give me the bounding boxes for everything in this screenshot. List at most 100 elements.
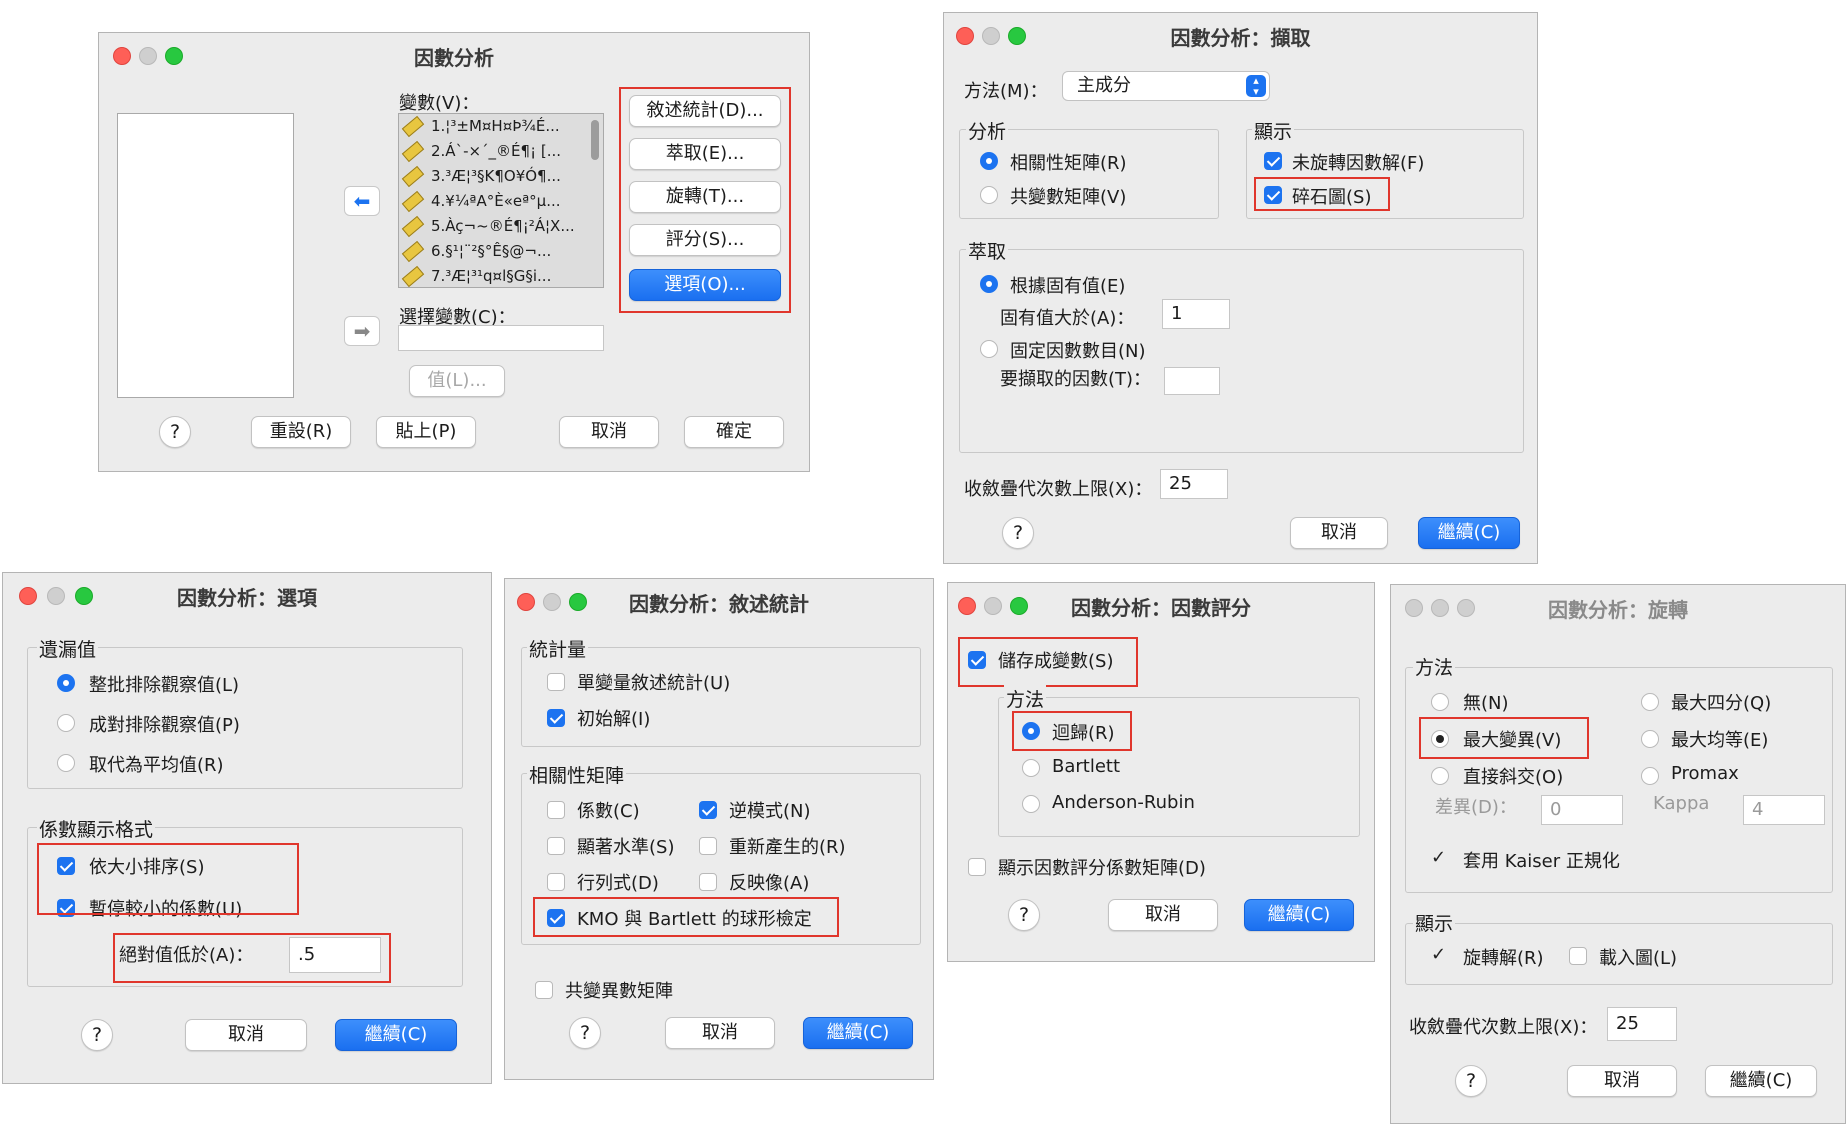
descriptives-dialog: 因數分析：敘述統計 統計量 單變量敘述統計(U) 初始解(I) 相關性矩陣 係數… [504, 578, 934, 1080]
help-button[interactable]: ? [569, 1017, 601, 1049]
method-select[interactable]: 主成分 ▴ ▾ [1062, 71, 1270, 101]
reproduced-label: 重新產生的(R) [729, 837, 846, 858]
scale-icon [401, 165, 425, 188]
correlation-matrix-label: 相關性矩陣 [527, 761, 627, 788]
title-bar: 因數分析：因數評分 [948, 583, 1374, 627]
paste-button[interactable]: 貼上(P) [376, 416, 476, 448]
cancel-button[interactable]: 取消 [1290, 517, 1388, 549]
help-button[interactable]: ? [1008, 899, 1040, 931]
highlight-box [533, 897, 839, 937]
exclude-pairwise-radio[interactable] [57, 714, 75, 732]
direct-oblimin-radio[interactable] [1431, 767, 1449, 785]
variables-list[interactable]: 1.¦³±M¤H¤Þ¾É... 2.Á`-×´_®É¶¡ [... 3.³Æ¦³… [398, 113, 604, 288]
bartlett-radio[interactable] [1022, 759, 1040, 777]
eigenvalue-input[interactable]: 1 [1162, 299, 1230, 329]
source-variable-list[interactable] [117, 113, 294, 398]
factors-to-extract-label: 要擷取的因數(T)： [1000, 369, 1152, 390]
delta-input[interactable]: 0 [1541, 795, 1623, 825]
rotation-dialog: 因數分析：旋轉 方法 無(N) 最大四分(Q) 最大變異(V) 最大均等(E) … [1390, 584, 1846, 1124]
highlight-box [1419, 717, 1589, 759]
cancel-button[interactable]: 取消 [185, 1019, 307, 1051]
determinant-checkbox[interactable] [547, 873, 565, 891]
exclude-listwise-radio[interactable] [57, 674, 75, 692]
kaiser-checkmark-icon[interactable]: ✓ [1431, 847, 1446, 868]
list-item[interactable]: 1.¦³±M¤H¤Þ¾É... [401, 115, 560, 138]
list-item[interactable]: 5.Àç¬~®É¶¡²Á¦X... [401, 215, 575, 238]
list-item[interactable]: 3.³Æ¦³§K¶O¥Ó¶... [401, 165, 561, 188]
rotated-solution-label: 旋轉解(R) [1463, 948, 1544, 969]
replace-mean-radio[interactable] [57, 754, 75, 772]
eigenvalue-radio[interactable] [980, 275, 998, 293]
cancel-button[interactable]: 取消 [1567, 1065, 1677, 1097]
list-item[interactable]: 4.¥¼ªA°È«eª°µ... [401, 190, 561, 213]
highlight-box [958, 637, 1138, 687]
covariance-matrix-radio[interactable] [980, 186, 998, 204]
continue-button[interactable]: 繼續(C) [1244, 899, 1354, 931]
unrotated-solution-checkbox[interactable] [1264, 152, 1282, 170]
selection-variable-field[interactable] [398, 325, 604, 351]
correlation-matrix-radio[interactable] [980, 152, 998, 170]
highlight-box [113, 933, 391, 983]
value-button[interactable]: 值(L)... [409, 365, 505, 397]
help-button[interactable]: ? [1455, 1065, 1487, 1097]
list-item[interactable]: 2.Á`-×´_®É¶¡ [... [401, 140, 561, 163]
move-to-variables-button[interactable]: ⬅ [344, 186, 380, 216]
continue-button[interactable]: 繼續(C) [1705, 1065, 1817, 1097]
direct-oblimin-label: 直接斜交(O) [1463, 767, 1564, 788]
initial-solution-checkbox[interactable] [547, 709, 565, 727]
cancel-button[interactable]: 取消 [1108, 899, 1218, 931]
factor-scores-dialog: 因數分析：因數評分 儲存成變數(S) 方法 迴歸(R) Bartlett And… [947, 582, 1375, 962]
help-button[interactable]: ? [159, 416, 191, 448]
inverse-checkbox[interactable] [699, 801, 717, 819]
ok-button[interactable]: 確定 [684, 416, 784, 448]
equamax-radio[interactable] [1641, 730, 1659, 748]
univariate-checkbox[interactable] [547, 673, 565, 691]
method-label: 方法 [1413, 653, 1456, 680]
rotated-solution-checkmark-icon[interactable]: ✓ [1431, 944, 1446, 965]
move-to-selection-button[interactable]: ➡ [344, 316, 380, 346]
chevron-updown-icon: ▴ ▾ [1246, 75, 1266, 97]
scale-icon [401, 190, 425, 213]
list-item[interactable]: 7.³Æ¦³¹q¤l§G§i... [401, 265, 551, 287]
highlight-box [37, 843, 299, 915]
kappa-input[interactable]: 4 [1743, 795, 1825, 825]
coefficients-checkbox[interactable] [547, 801, 565, 819]
none-radio[interactable] [1431, 693, 1449, 711]
fixed-factors-radio[interactable] [980, 340, 998, 358]
fixed-factors-label: 固定因數數目(N) [1010, 341, 1146, 362]
method-label: 方法(M)： [964, 81, 1048, 102]
covariance-matrix-checkbox[interactable] [535, 981, 553, 999]
cancel-button[interactable]: 取消 [665, 1017, 775, 1049]
max-iterations-input[interactable]: 25 [1607, 1007, 1677, 1041]
reset-button[interactable]: 重設(R) [251, 416, 351, 448]
factor-analysis-dialog: 因數分析 ⬅ ➡ 變數(V)： 1.¦³±M¤H¤Þ¾É... 2.Á`-×´_… [98, 32, 810, 472]
continue-button[interactable]: 繼續(C) [335, 1019, 457, 1051]
bartlett-label: Bartlett [1052, 756, 1121, 777]
help-button[interactable]: ? [81, 1019, 113, 1051]
list-item[interactable]: 6.§¹¦¨²§°Ê§@¬... [401, 240, 551, 263]
quartimax-radio[interactable] [1641, 693, 1659, 711]
scrollbar[interactable] [591, 120, 599, 160]
none-label: 無(N) [1463, 693, 1509, 714]
scale-icon [401, 215, 425, 238]
anderson-rubin-radio[interactable] [1022, 795, 1040, 813]
highlight-box [619, 87, 791, 313]
significance-checkbox[interactable] [547, 837, 565, 855]
loading-plot-checkbox[interactable] [1569, 947, 1587, 965]
delta-label: 差異(D)： [1435, 797, 1517, 818]
max-iterations-input[interactable]: 25 [1160, 469, 1228, 499]
display-coefficient-matrix-checkbox[interactable] [968, 858, 986, 876]
options-dialog: 因數分析：選項 遺漏值 整批排除觀察值(L) 成對排除觀察值(P) 取代為平均值… [2, 572, 492, 1084]
max-iterations-label: 收斂疊代次數上限(X)： [1409, 1017, 1598, 1038]
promax-radio[interactable] [1641, 767, 1659, 785]
continue-button[interactable]: 繼續(C) [803, 1017, 913, 1049]
reproduced-checkbox[interactable] [699, 837, 717, 855]
cancel-button[interactable]: 取消 [559, 416, 659, 448]
anti-image-label: 反映像(A) [729, 873, 810, 894]
factors-to-extract-input[interactable] [1164, 367, 1220, 395]
kappa-label: Kappa [1653, 793, 1710, 814]
help-button[interactable]: ? [1002, 517, 1034, 549]
statistics-label: 統計量 [527, 635, 589, 662]
anti-image-checkbox[interactable] [699, 873, 717, 891]
continue-button[interactable]: 繼續(C) [1418, 517, 1520, 549]
